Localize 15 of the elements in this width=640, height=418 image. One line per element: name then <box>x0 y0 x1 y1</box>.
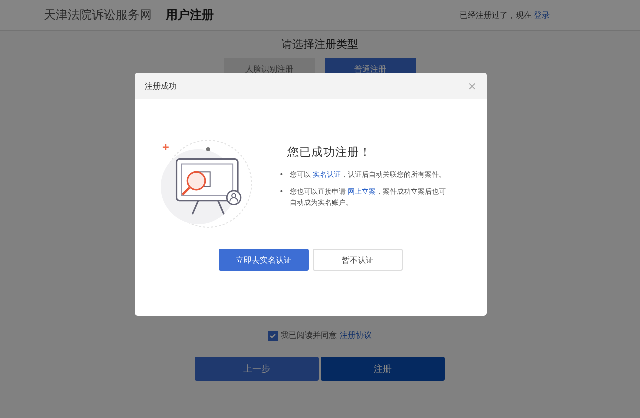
dialog-button[interactable]: 立即去实名认证 <box>219 249 309 271</box>
form-button[interactable]: 上一步 <box>195 357 319 381</box>
agreement-text: 我已阅读并同意 <box>281 330 337 341</box>
site-name: 天津法院诉讼服务网 <box>44 6 152 24</box>
form-button[interactable]: 注册 <box>321 357 445 381</box>
close-button[interactable]: × <box>468 80 477 92</box>
login-link[interactable]: 登录 <box>534 10 550 20</box>
login-prompt: 已经注册过了，现在 <box>460 10 532 20</box>
register-type-title: 请选择注册类型 <box>282 37 358 52</box>
dialog-button[interactable]: 暂不认证 <box>313 249 403 271</box>
agreement-checkbox[interactable] <box>268 330 278 340</box>
agreement-link[interactable]: 注册协议 <box>340 330 372 341</box>
page-title: 用户注册 <box>166 6 214 24</box>
dialog-title: 注册成功 <box>145 80 177 92</box>
success-heading: 您已成功注册！ <box>288 145 373 160</box>
